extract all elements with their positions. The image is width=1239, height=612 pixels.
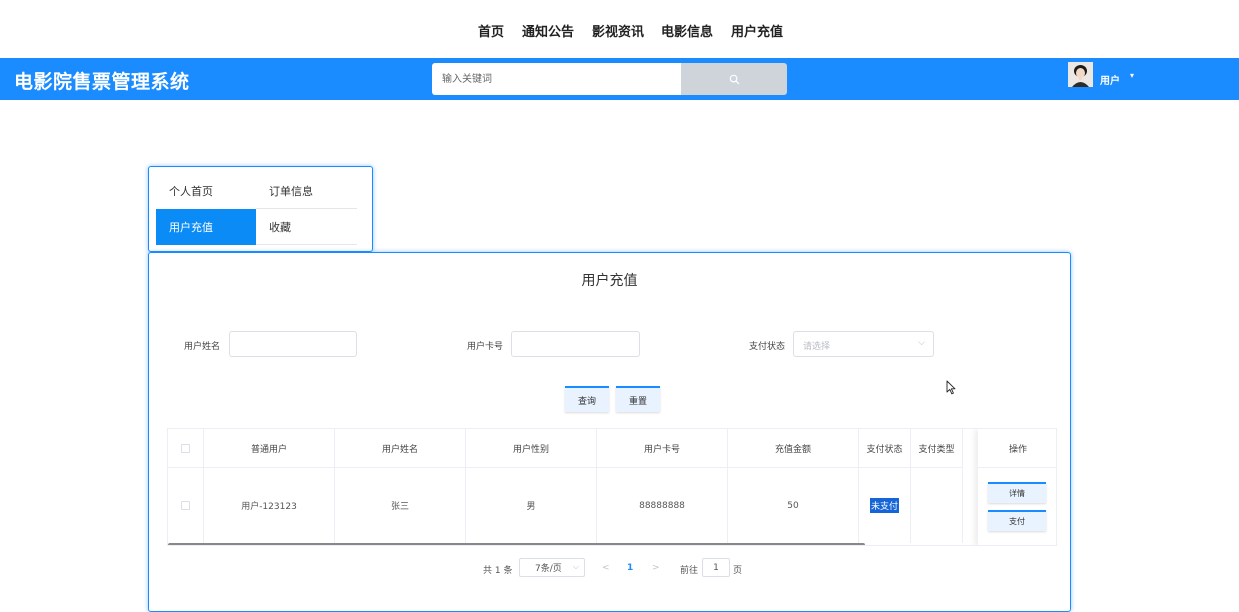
page-unit-label: 页	[733, 566, 743, 576]
table-cell-user: 用户-123123	[204, 468, 335, 543]
search-input[interactable]	[432, 63, 681, 95]
column-header: 用户姓名	[335, 429, 466, 468]
table-cell-type	[911, 468, 963, 543]
select-all-cell	[168, 429, 204, 468]
tab-favorites[interactable]: 收藏	[256, 209, 356, 245]
page-size-value: 7条/页	[535, 564, 562, 574]
chevron-down-icon: ⌵	[572, 562, 579, 571]
nav-item-home[interactable]: 首页	[478, 21, 504, 40]
row-checkbox[interactable]	[181, 501, 190, 510]
column-header: 用户性别	[466, 429, 597, 468]
status-badge: 未支付	[869, 498, 899, 513]
page-size-select[interactable]: 7条/页 ⌵	[519, 558, 585, 577]
table-cell-name: 张三	[335, 468, 466, 543]
tab-label: 订单信息	[269, 185, 313, 198]
column-header: 支付类型	[911, 429, 963, 468]
goto-page-input[interactable]	[702, 558, 730, 577]
row-select-cell	[168, 468, 204, 543]
tab-profile[interactable]: 个人首页	[156, 173, 256, 209]
table-cell-amount: 50	[728, 468, 859, 543]
tab-label: 用户充值	[169, 221, 213, 234]
column-header: 普通用户	[204, 429, 335, 468]
table-cell-card: 88888888	[597, 468, 728, 543]
mouse-cursor-icon	[946, 380, 956, 395]
recharge-table: 普通用户 用户姓名 用户性别 用户卡号 充值金额 支付状态 支付类型 用户-12…	[167, 428, 1057, 546]
status-filter-placeholder: 请选择	[803, 342, 831, 352]
tab-label: 收藏	[269, 221, 291, 234]
tab-orders[interactable]: 订单信息	[256, 173, 356, 209]
nav-item-recharge[interactable]: 用户充值	[731, 21, 783, 40]
tab-recharge[interactable]: 用户充值	[156, 209, 256, 245]
status-filter-select[interactable]: 请选择 ⌵	[793, 331, 934, 357]
search-icon	[729, 74, 739, 84]
select-all-checkbox[interactable]	[181, 443, 190, 453]
account-tabs: 个人首页 订单信息 用户充值 收藏	[148, 166, 373, 252]
prev-page-button[interactable]: <	[602, 563, 610, 573]
card-filter-input[interactable]	[511, 331, 640, 357]
tab-divider	[256, 244, 357, 245]
card-filter-label: 用户卡号	[467, 342, 504, 352]
page-title: 用户充值	[581, 273, 638, 289]
table-cell-status: 未支付	[859, 468, 911, 543]
chevron-down-icon: ⌵	[918, 338, 925, 348]
next-page-button[interactable]: >	[652, 563, 660, 573]
name-filter-input[interactable]	[229, 331, 357, 357]
horizontal-scrollbar[interactable]	[168, 543, 865, 545]
goto-label: 前往	[680, 566, 699, 576]
nav-item-movies[interactable]: 电影信息	[661, 21, 713, 40]
site-title: 电影院售票管理系统	[14, 71, 190, 93]
pay-button[interactable]: 支付	[988, 510, 1046, 531]
column-header: 充值金额	[728, 429, 859, 468]
query-button[interactable]: 查询	[565, 386, 609, 412]
top-nav: 首页 通知公告 影视资讯 电影信息 用户充值	[0, 0, 1239, 58]
tab-label: 个人首页	[169, 185, 213, 198]
table-cell-gender: 男	[466, 468, 597, 543]
column-header: 支付状态	[859, 429, 911, 468]
header-bar: 电影院售票管理系统 用户 ▾	[0, 58, 1239, 100]
column-header: 用户卡号	[597, 429, 728, 468]
detail-button[interactable]: 详情	[988, 482, 1046, 503]
nav-item-notices[interactable]: 通知公告	[522, 21, 574, 40]
avatar[interactable]	[1068, 62, 1093, 87]
caret-down-icon[interactable]: ▾	[1130, 71, 1134, 80]
name-filter-label: 用户姓名	[184, 342, 221, 352]
column-header: 操作	[978, 429, 1056, 468]
search-button[interactable]	[681, 63, 787, 95]
actions-column: 操作 详情 支付	[978, 429, 1056, 545]
user-menu-label[interactable]: 用户	[1100, 72, 1120, 87]
nav-item-news[interactable]: 影视资讯	[592, 21, 644, 40]
reset-button[interactable]: 重置	[616, 386, 660, 412]
page-number-current[interactable]: 1	[627, 563, 633, 573]
status-filter-label: 支付状态	[749, 342, 786, 352]
pagination-total: 共 1 条	[483, 566, 513, 576]
